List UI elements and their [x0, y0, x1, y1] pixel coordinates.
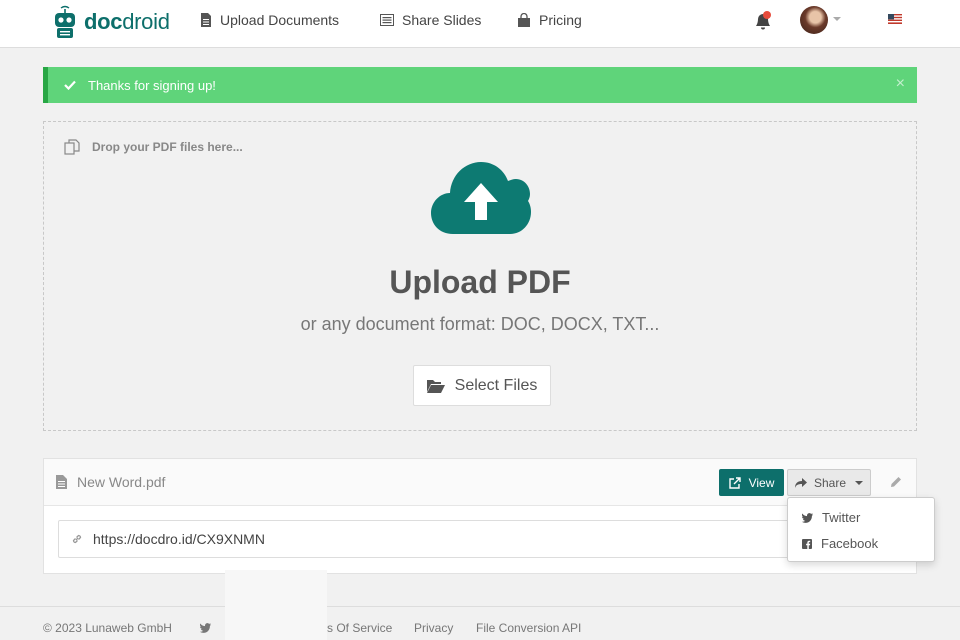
share-url-input[interactable]: https://docdro.id/CX9XNMN — [58, 520, 818, 558]
facebook-label: Facebook — [821, 536, 879, 551]
pencil-icon[interactable] — [890, 476, 902, 488]
share-menu-facebook[interactable]: Facebook — [802, 536, 878, 551]
close-icon[interactable]: × — [896, 76, 905, 92]
select-files-button[interactable]: Select Files — [413, 365, 551, 406]
footer-copyright: © 2023 Lunaweb GmbH — [43, 621, 172, 635]
twitter-icon — [802, 512, 813, 523]
share-dropdown-menu: Twitter Facebook — [787, 497, 935, 562]
file-name: New Word.pdf — [56, 474, 165, 490]
share-url-value: https://docdro.id/CX9XNMN — [93, 531, 265, 547]
view-label: View — [748, 475, 775, 490]
link-icon — [72, 534, 82, 544]
slides-icon — [380, 14, 394, 26]
cloud-upload-icon — [431, 162, 531, 234]
share-label: Share — [813, 475, 847, 490]
file-icon — [201, 13, 211, 27]
pdf-dropzone[interactable]: Drop your PDF files here... Upload PDF o… — [43, 121, 917, 431]
top-navbar: docdroid Upload Documents Share Slides P… — [0, 0, 960, 48]
avatar[interactable] — [800, 6, 828, 34]
upload-subtitle: or any document format: DOC, DOCX, TXT..… — [300, 314, 660, 334]
nav-upload-documents-label: Upload Documents — [220, 12, 340, 28]
footer: © 2023 Lunaweb GmbH s Of Service Privacy… — [0, 606, 960, 640]
footer-terms-link[interactable]: s Of Service — [327, 621, 392, 635]
alert-message: Thanks for signing up! — [88, 77, 216, 93]
facebook-icon — [802, 538, 812, 549]
select-files-label: Select Files — [454, 376, 538, 394]
robot-logo-icon — [55, 5, 75, 38]
share-button[interactable]: Share — [787, 469, 871, 496]
upload-title: Upload PDF — [389, 264, 571, 300]
folder-open-icon — [426, 379, 445, 393]
file-name-label: New Word.pdf — [77, 474, 166, 490]
twitter-label: Twitter — [822, 510, 861, 525]
drop-hint: Drop your PDF files here... — [64, 139, 243, 155]
share-arrow-icon — [794, 477, 807, 488]
copy-icon — [64, 139, 80, 155]
check-icon — [64, 80, 76, 90]
success-alert: Thanks for signing up! × — [43, 67, 917, 103]
us-flag-icon[interactable] — [888, 14, 902, 24]
external-link-icon — [728, 476, 741, 489]
nav-pricing-label: Pricing — [539, 12, 582, 28]
share-menu-twitter[interactable]: Twitter — [802, 510, 860, 525]
footer-api-link[interactable]: File Conversion API — [476, 621, 581, 635]
nav-pricing[interactable]: Pricing — [517, 12, 582, 28]
nav-share-slides-label: Share Slides — [402, 12, 482, 28]
file-icon — [56, 475, 67, 489]
bell-icon[interactable] — [752, 10, 774, 32]
shopping-bag-icon — [518, 13, 530, 27]
chevron-down-icon — [855, 480, 864, 485]
logo[interactable]: docdroid — [52, 5, 170, 39]
drop-hint-label: Drop your PDF files here... — [92, 140, 243, 154]
chevron-down-icon[interactable] — [833, 17, 841, 21]
overlay-panel — [225, 570, 327, 640]
nav-upload-documents[interactable]: Upload Documents — [200, 12, 339, 28]
uploaded-file-panel: New Word.pdf View Share https://docdro.i… — [43, 458, 917, 574]
file-panel-header: New Word.pdf View Share — [44, 459, 916, 506]
logo-text: docdroid — [84, 9, 170, 34]
twitter-icon[interactable] — [200, 623, 211, 633]
nav-share-slides[interactable]: Share Slides — [380, 12, 481, 28]
footer-privacy-link[interactable]: Privacy — [414, 621, 453, 635]
view-button[interactable]: View — [719, 469, 784, 496]
